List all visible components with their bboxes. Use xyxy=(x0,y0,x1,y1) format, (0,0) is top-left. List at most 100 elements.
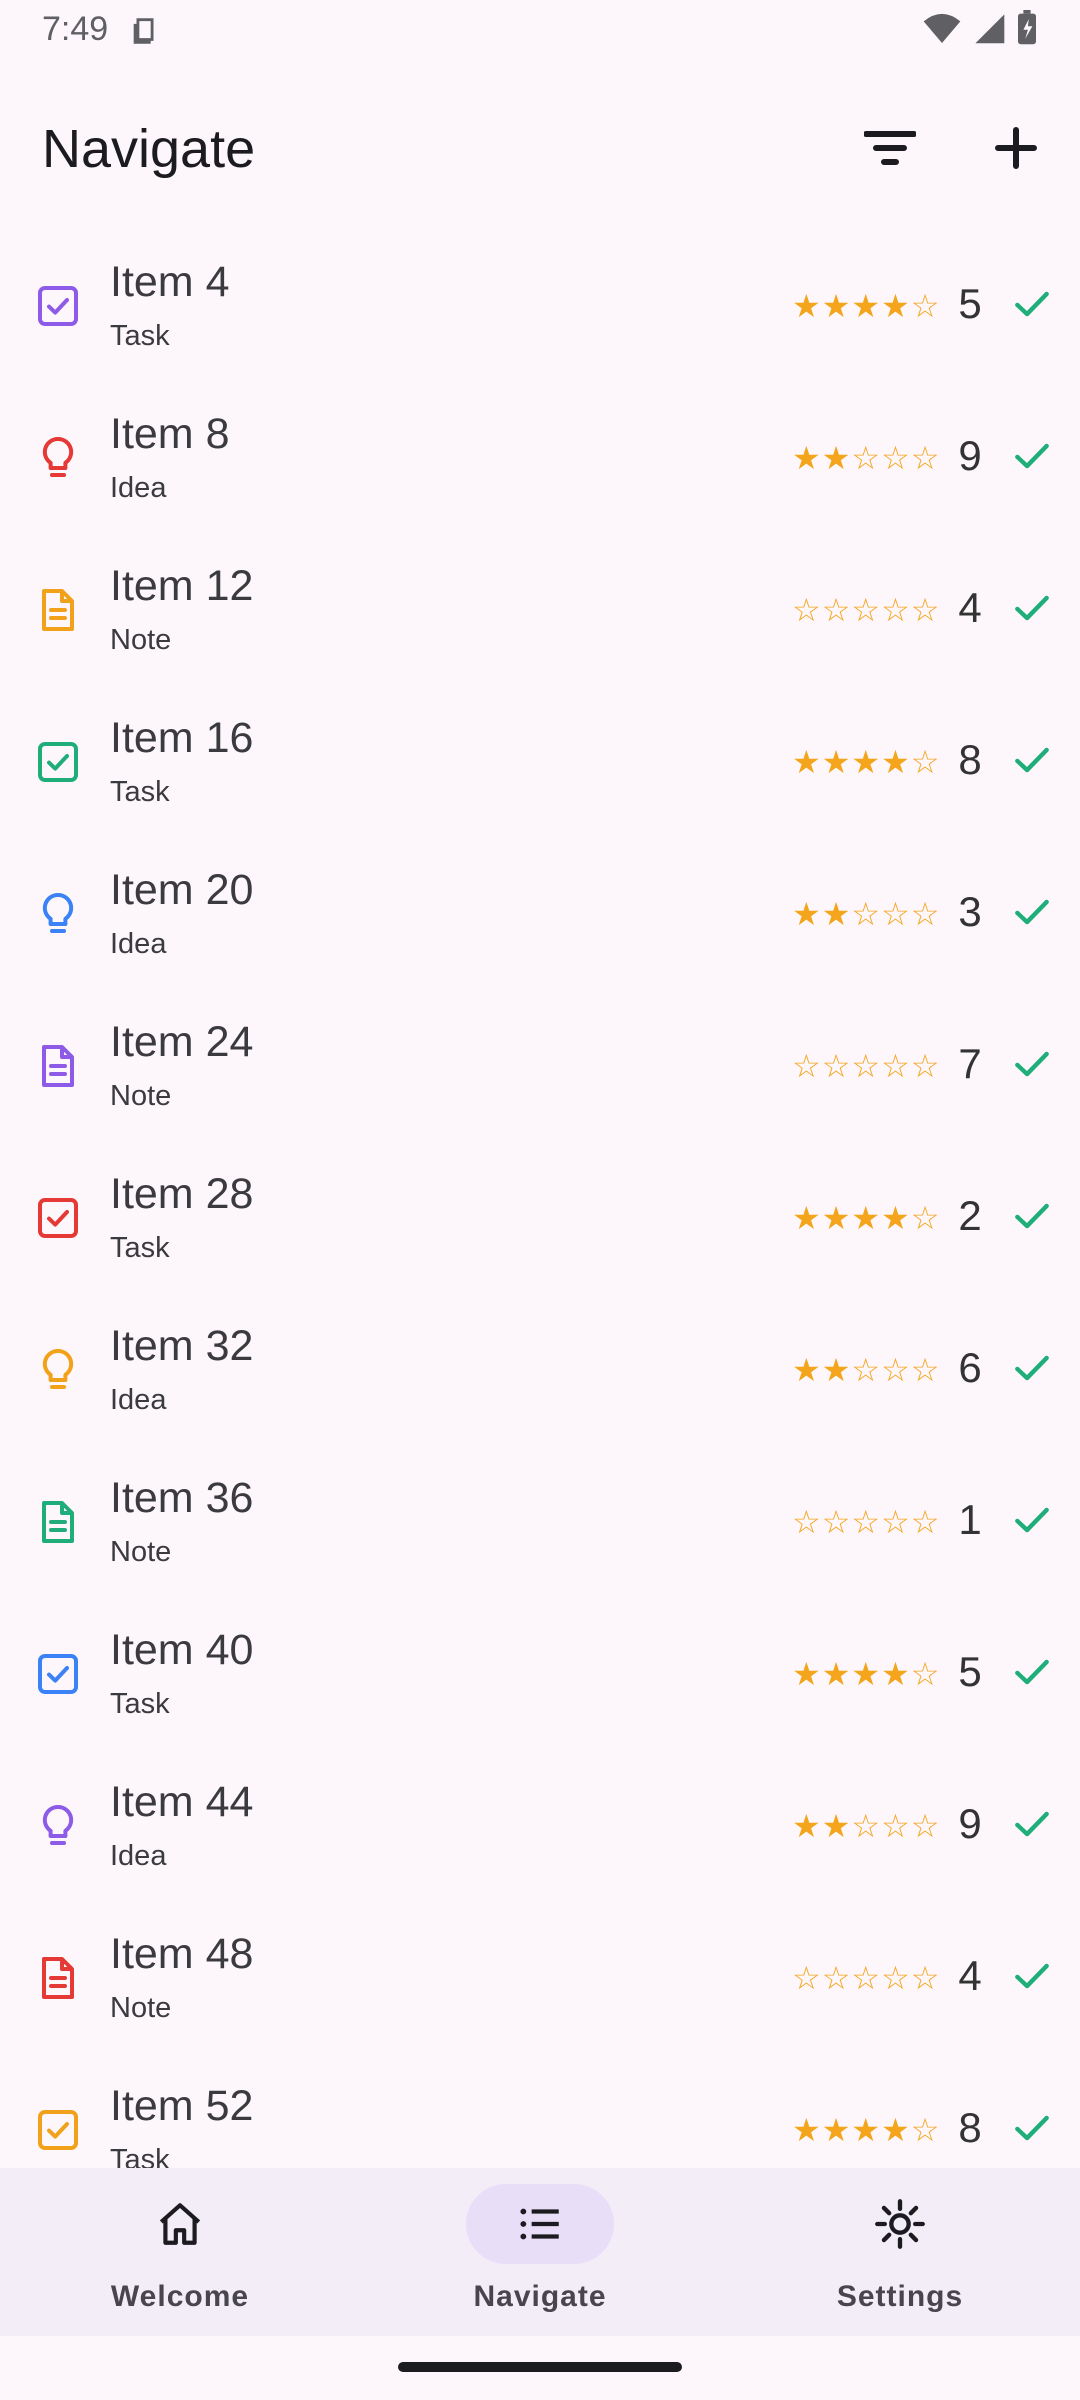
item-count: 9 xyxy=(958,432,982,479)
checkbox-icon xyxy=(34,2106,82,2154)
item-title: Item 16 xyxy=(110,714,254,762)
checkmark-icon[interactable] xyxy=(1010,1042,1054,1086)
checkmark-icon[interactable] xyxy=(1010,890,1054,934)
item-title: Item 4 xyxy=(110,258,230,306)
rating-stars: ★★★★☆ xyxy=(792,288,941,324)
list-icon xyxy=(466,2184,614,2264)
item-type: Idea xyxy=(110,1840,167,1872)
item-type: Task xyxy=(110,776,170,808)
item-type: Task xyxy=(110,1688,170,1720)
checkmark-icon[interactable] xyxy=(1010,1802,1054,1846)
item-type: Note xyxy=(110,1080,172,1112)
checkbox-icon xyxy=(34,1650,82,1698)
add-button[interactable] xyxy=(976,110,1056,190)
rating-stars: ☆☆☆☆☆ xyxy=(792,592,941,628)
page-title: Navigate xyxy=(42,119,256,179)
rating-stars: ★★☆☆☆ xyxy=(792,1808,941,1844)
plus-icon xyxy=(994,126,1038,175)
item-count: 2 xyxy=(958,1192,982,1239)
list-item[interactable]: Item 28 Task ★★★★☆ 2 xyxy=(0,1142,1080,1294)
item-type: Note xyxy=(110,624,172,656)
list-item[interactable]: Item 32 Idea ★★☆☆☆ 6 xyxy=(0,1294,1080,1446)
lightbulb-icon xyxy=(34,1346,82,1394)
lightbulb-icon xyxy=(34,1802,82,1850)
checkmark-icon[interactable] xyxy=(1010,1650,1054,1694)
checkmark-icon[interactable] xyxy=(1010,1194,1054,1238)
rating-stars: ★★☆☆☆ xyxy=(792,896,941,932)
list-item[interactable]: Item 24 Note ☆☆☆☆☆ 7 xyxy=(0,990,1080,1142)
checkmark-icon[interactable] xyxy=(1010,1346,1054,1390)
item-title: Item 40 xyxy=(110,1626,254,1674)
sim-card-icon xyxy=(128,14,162,53)
list-item[interactable]: Item 52 Task ★★★★☆ 8 xyxy=(0,2054,1080,2168)
item-type: Note xyxy=(110,1992,172,2024)
top-app-bar: Navigate xyxy=(0,90,1080,210)
item-type: Task xyxy=(110,2144,170,2168)
list-item[interactable]: Item 44 Idea ★★☆☆☆ 9 xyxy=(0,1750,1080,1902)
rating-stars: ★★★★☆ xyxy=(792,2112,941,2148)
document-icon xyxy=(34,1498,82,1546)
checkmark-icon[interactable] xyxy=(1010,282,1054,326)
item-title: Item 36 xyxy=(110,1474,254,1522)
checkbox-icon xyxy=(34,282,82,330)
item-type: Task xyxy=(110,1232,170,1264)
document-icon xyxy=(34,1042,82,1090)
rating-stars: ☆☆☆☆☆ xyxy=(792,1504,941,1540)
checkmark-icon[interactable] xyxy=(1010,434,1054,478)
bottom-navigation: Welcome Navigate Settings xyxy=(0,2168,1080,2336)
rating-stars: ☆☆☆☆☆ xyxy=(792,1960,941,1996)
document-icon xyxy=(34,586,82,634)
item-count: 1 xyxy=(958,1496,982,1543)
list-item[interactable]: Item 36 Note ☆☆☆☆☆ 1 xyxy=(0,1446,1080,1598)
checkmark-icon[interactable] xyxy=(1010,586,1054,630)
settings-icon xyxy=(826,2184,974,2264)
item-count: 7 xyxy=(958,1040,982,1087)
item-count: 5 xyxy=(958,1648,982,1695)
rating-stars: ★★☆☆☆ xyxy=(792,440,941,476)
nav-item-welcome[interactable]: Welcome xyxy=(0,2168,360,2336)
checkbox-icon xyxy=(34,738,82,786)
rating-stars: ★★★★☆ xyxy=(792,1200,941,1236)
list-item[interactable]: Item 12 Note ☆☆☆☆☆ 4 xyxy=(0,534,1080,686)
list-item[interactable]: Item 48 Note ☆☆☆☆☆ 4 xyxy=(0,1902,1080,2054)
item-title: Item 32 xyxy=(110,1322,254,1370)
item-title: Item 20 xyxy=(110,866,254,914)
checkmark-icon[interactable] xyxy=(1010,1498,1054,1542)
nav-item-settings[interactable]: Settings xyxy=(720,2168,1080,2336)
nav-label-navigate: Navigate xyxy=(473,2280,607,2313)
item-title: Item 48 xyxy=(110,1930,254,1978)
item-title: Item 44 xyxy=(110,1778,254,1826)
checkmark-icon[interactable] xyxy=(1010,1954,1054,1998)
rating-stars: ★★☆☆☆ xyxy=(792,1352,941,1388)
filter-icon xyxy=(863,128,917,173)
checkmark-icon[interactable] xyxy=(1010,2106,1054,2150)
lightbulb-icon xyxy=(34,890,82,938)
item-title: Item 28 xyxy=(110,1170,254,1218)
status-bar: 7:49 xyxy=(0,0,1080,62)
rating-stars: ☆☆☆☆☆ xyxy=(792,1048,941,1084)
list-item[interactable]: Item 40 Task ★★★★☆ 5 xyxy=(0,1598,1080,1750)
nav-label-settings: Settings xyxy=(836,2280,964,2313)
checkmark-icon[interactable] xyxy=(1010,738,1054,782)
item-type: Idea xyxy=(110,1384,167,1416)
nav-item-navigate[interactable]: Navigate xyxy=(360,2168,720,2336)
list-item[interactable]: Item 16 Task ★★★★☆ 8 xyxy=(0,686,1080,838)
battery-icon xyxy=(1016,10,1038,51)
signal-icon xyxy=(972,11,1006,50)
item-type: Task xyxy=(110,320,170,352)
item-type: Idea xyxy=(110,472,167,504)
list-item[interactable]: Item 8 Idea ★★☆☆☆ 9 xyxy=(0,382,1080,534)
item-count: 4 xyxy=(958,1952,982,1999)
filter-button[interactable] xyxy=(850,110,930,190)
item-count: 4 xyxy=(958,584,982,631)
rating-stars: ★★★★☆ xyxy=(792,744,941,780)
list-item[interactable]: Item 4 Task ★★★★☆ 5 xyxy=(0,230,1080,382)
item-count: 5 xyxy=(958,280,982,327)
home-icon xyxy=(106,2184,254,2264)
document-icon xyxy=(34,1954,82,2002)
gesture-bar[interactable] xyxy=(398,2362,682,2372)
list-item[interactable]: Item 20 Idea ★★☆☆☆ 3 xyxy=(0,838,1080,990)
nav-label-welcome: Welcome xyxy=(110,2280,250,2313)
item-title: Item 8 xyxy=(110,410,230,458)
item-title: Item 52 xyxy=(110,2082,254,2130)
